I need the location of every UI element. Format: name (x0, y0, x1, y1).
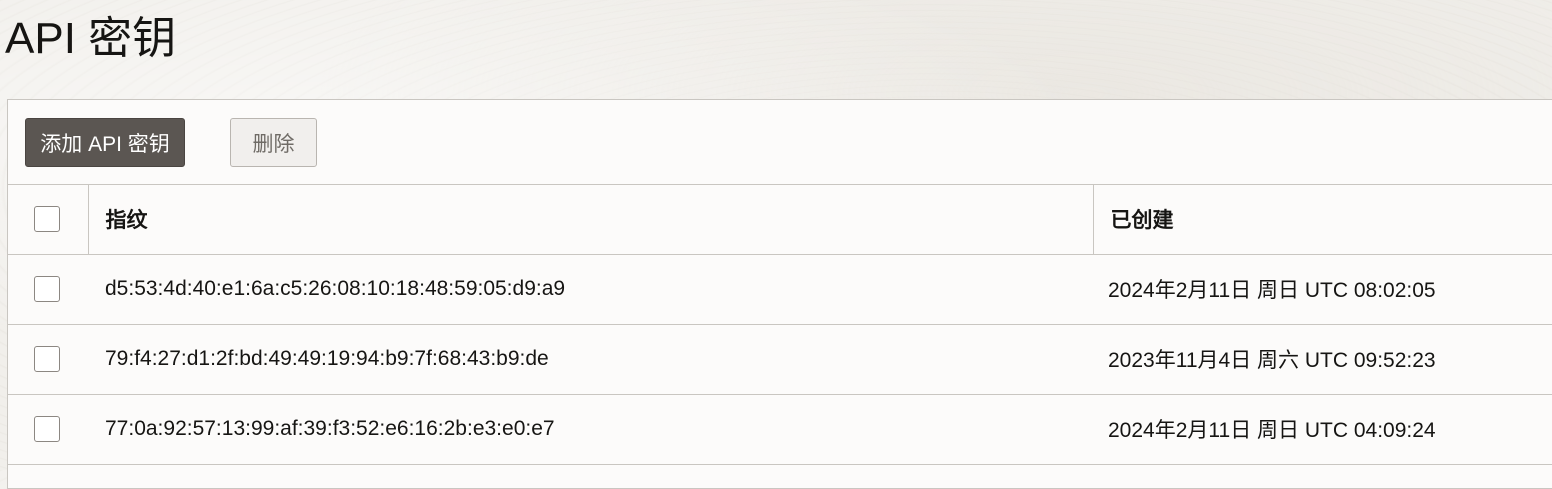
table-row: 77:0a:92:57:13:99:af:39:f3:52:e6:16:2b:e… (8, 394, 1552, 465)
row-select-cell (8, 324, 88, 395)
created-cell: 2024年2月11日 周日 UTC 04:09:24 (1093, 394, 1552, 465)
fingerprint-cell: 77:0a:92:57:13:99:af:39:f3:52:e6:16:2b:e… (88, 394, 1093, 465)
delete-button[interactable]: 删除 (230, 118, 317, 167)
fingerprint-cell: d5:53:4d:40:e1:6a:c5:26:08:10:18:48:59:0… (88, 254, 1093, 325)
fingerprint-cell: 79:f4:27:d1:2f:bd:49:49:19:94:b9:7f:68:4… (88, 324, 1093, 395)
row-select-cell (8, 394, 88, 465)
page-title: API 密钥 (5, 14, 177, 63)
created-cell: 2024年2月11日 周日 UTC 08:02:05 (1093, 254, 1552, 325)
toolbar: 添加 API 密钥 删除 (8, 100, 1552, 185)
created-cell: 2023年11月4日 周六 UTC 09:52:23 (1093, 324, 1552, 395)
table-row: 79:f4:27:d1:2f:bd:49:49:19:94:b9:7f:68:4… (8, 324, 1552, 395)
column-header-created[interactable]: 已创建 (1092, 185, 1552, 255)
row-checkbox[interactable] (34, 416, 60, 442)
table-header-row: 指纹 已创建 (8, 185, 1552, 255)
api-keys-table: 指纹 已创建 d5:53:4d:40:e1:6a:c5:26:08:10:18:… (8, 185, 1552, 465)
row-checkbox[interactable] (34, 276, 60, 302)
row-select-cell (8, 254, 88, 325)
table-row: d5:53:4d:40:e1:6a:c5:26:08:10:18:48:59:0… (8, 254, 1552, 325)
select-all-cell (8, 185, 88, 255)
add-api-key-button[interactable]: 添加 API 密钥 (25, 118, 185, 167)
select-all-checkbox[interactable] (34, 206, 60, 233)
row-checkbox[interactable] (34, 346, 60, 372)
column-header-fingerprint[interactable]: 指纹 (87, 185, 1093, 255)
api-keys-panel: 添加 API 密钥 删除 指纹 已创建 d5:53:4d:40:e1:6a:c5 (7, 99, 1552, 489)
